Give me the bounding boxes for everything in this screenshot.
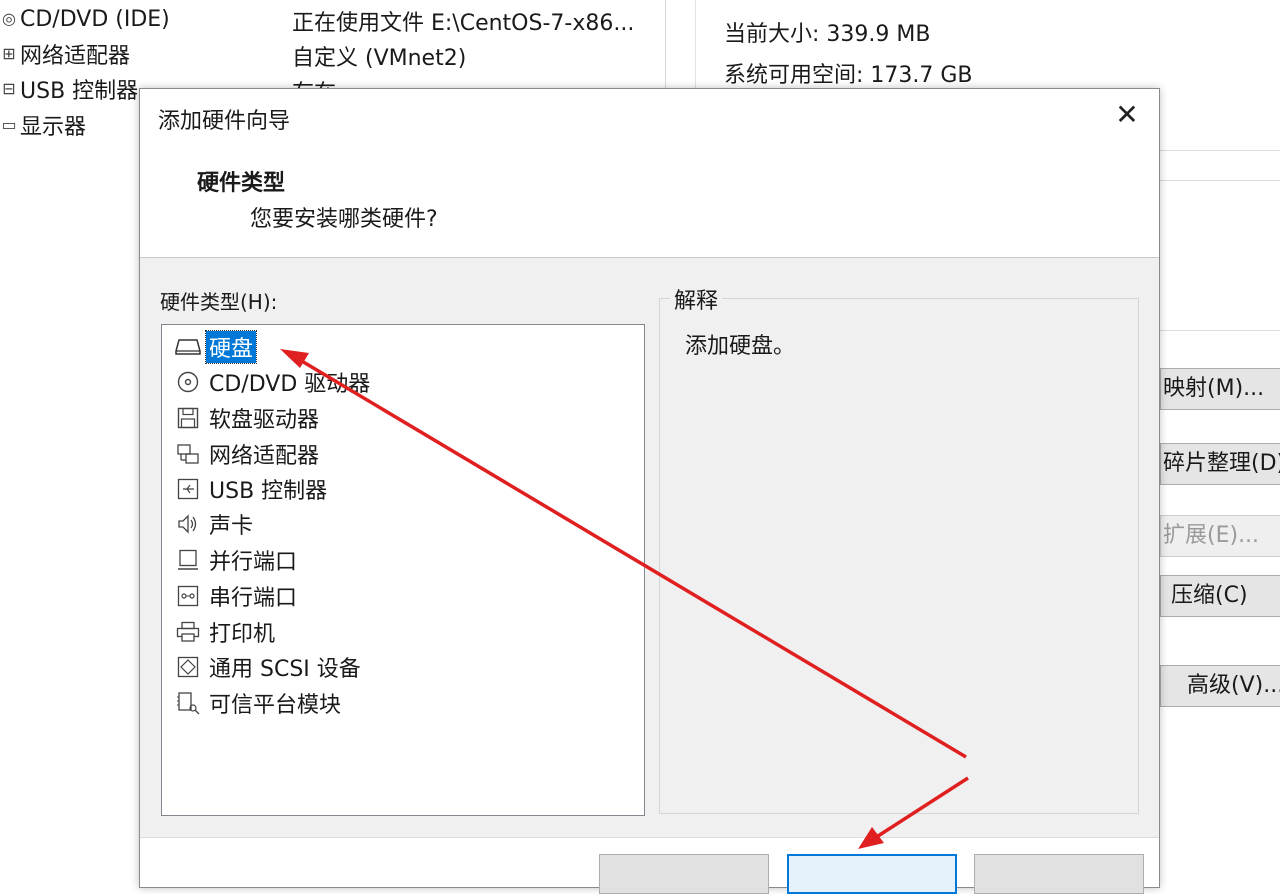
add-hardware-wizard-dialog: 添加硬件向导 ✕ 硬件类型 您要安装哪类硬件? 硬件类型(H): 硬盘 CD/D… xyxy=(139,88,1160,894)
device-name: CD/DVD (IDE) xyxy=(20,6,170,32)
list-item-label: 可信平台模块 xyxy=(209,693,342,718)
usb-icon: ⊟ xyxy=(2,79,16,98)
hardware-type-label: 硬件类型(H): xyxy=(160,290,278,314)
advanced-button[interactable]: 高级(V)... xyxy=(1160,665,1280,707)
compact-button[interactable]: 压缩(C) xyxy=(1160,575,1280,617)
expand-button[interactable]: 扩展(E)... xyxy=(1160,515,1280,557)
dialog-title: 添加硬件向导 xyxy=(158,109,291,134)
list-item-floppy-drive[interactable]: 软盘驱动器 xyxy=(174,402,322,434)
list-item-label: CD/DVD 驱动器 xyxy=(209,372,371,397)
device-summary: 存在 xyxy=(292,75,336,89)
device-row-network[interactable]: ⊞ 网络适配器 xyxy=(0,37,130,71)
list-item-label: USB 控制器 xyxy=(209,479,328,504)
device-row-usb[interactable]: ⊟ USB 控制器 xyxy=(0,72,138,106)
device-row-display[interactable]: ▭ 显示器 xyxy=(0,108,86,142)
printer-icon xyxy=(174,619,202,645)
divider xyxy=(1160,150,1280,151)
footer-divider xyxy=(140,837,1159,838)
list-item-printer[interactable]: 打印机 xyxy=(174,616,278,648)
map-button[interactable]: 映射(M)... xyxy=(1160,368,1280,410)
close-icon[interactable]: ✕ xyxy=(1113,101,1141,129)
list-item-label: 硬盘 xyxy=(204,330,258,364)
current-size-text: 当前大小: 339.9 MB xyxy=(724,22,931,47)
wizard-step-subtitle: 您要安装哪类硬件? xyxy=(250,207,438,232)
usb-controller-icon xyxy=(174,476,202,502)
device-name: USB 控制器 xyxy=(20,79,139,104)
parallel-port-icon xyxy=(174,547,202,573)
list-item-usb-controller[interactable]: USB 控制器 xyxy=(174,473,330,505)
tpm-icon xyxy=(174,690,202,716)
cd-dvd-drive-icon xyxy=(174,369,202,395)
device-summary: 自定义 (VMnet2) xyxy=(292,46,467,71)
list-item-network-adapter[interactable]: 网络适配器 xyxy=(174,438,322,470)
hardware-type-list[interactable]: 硬盘 CD/DVD 驱动器 软盘驱动器 网络适配器 USB 控制器 声卡 并行端… xyxy=(161,324,645,816)
device-row-cd-dvd[interactable]: ◎ CD/DVD (IDE) xyxy=(0,2,170,36)
wizard-body: 硬件类型(H): 硬盘 CD/DVD 驱动器 软盘驱动器 网络适配器 USB 控… xyxy=(140,258,1159,838)
cancel-button[interactable] xyxy=(974,854,1144,894)
free-space-text: 系统可用空间: 173.7 GB xyxy=(724,63,973,88)
list-item-hard-disk[interactable]: 硬盘 xyxy=(174,330,258,364)
list-item-label: 声卡 xyxy=(209,514,254,539)
wizard-step-title: 硬件类型 xyxy=(197,171,286,196)
cd-icon: ◎ xyxy=(2,9,16,28)
network-icon: ⊞ xyxy=(2,44,16,63)
device-name: 显示器 xyxy=(20,115,87,140)
list-item-label: 串行端口 xyxy=(209,586,298,611)
list-item-label: 并行端口 xyxy=(209,550,298,575)
explanation-groupbox xyxy=(659,298,1139,814)
serial-port-icon xyxy=(174,583,202,609)
floppy-icon xyxy=(174,405,202,431)
defragment-button[interactable]: 碎片整理(D) xyxy=(1160,443,1280,485)
list-item-label: 软盘驱动器 xyxy=(209,408,320,433)
list-item-sound-card[interactable]: 声卡 xyxy=(174,508,256,540)
list-item-label: 网络适配器 xyxy=(209,444,320,469)
list-item-label: 通用 SCSI 设备 xyxy=(209,657,361,682)
next-button[interactable] xyxy=(787,854,957,894)
explanation-title: 解释 xyxy=(670,283,723,315)
network-adapter-icon xyxy=(174,441,202,467)
list-item-cd-dvd-drive[interactable]: CD/DVD 驱动器 xyxy=(174,366,373,398)
divider xyxy=(1160,330,1280,331)
explanation-text: 添加硬盘。 xyxy=(685,334,796,359)
device-summary: 正在使用文件 E:\CentOS-7-x86... xyxy=(292,11,635,36)
divider xyxy=(1160,180,1280,181)
hard-disk-icon xyxy=(174,334,202,360)
list-item-label: 打印机 xyxy=(209,622,276,647)
monitor-icon: ▭ xyxy=(1,115,17,134)
list-item-tpm[interactable]: 可信平台模块 xyxy=(174,687,344,719)
back-button[interactable] xyxy=(599,854,769,894)
list-item-serial-port[interactable]: 串行端口 xyxy=(174,580,300,612)
scsi-device-icon xyxy=(174,654,202,680)
speaker-icon xyxy=(174,511,202,537)
list-item-generic-scsi[interactable]: 通用 SCSI 设备 xyxy=(174,651,364,683)
list-item-parallel-port[interactable]: 并行端口 xyxy=(174,544,300,576)
device-name: 网络适配器 xyxy=(20,44,131,69)
